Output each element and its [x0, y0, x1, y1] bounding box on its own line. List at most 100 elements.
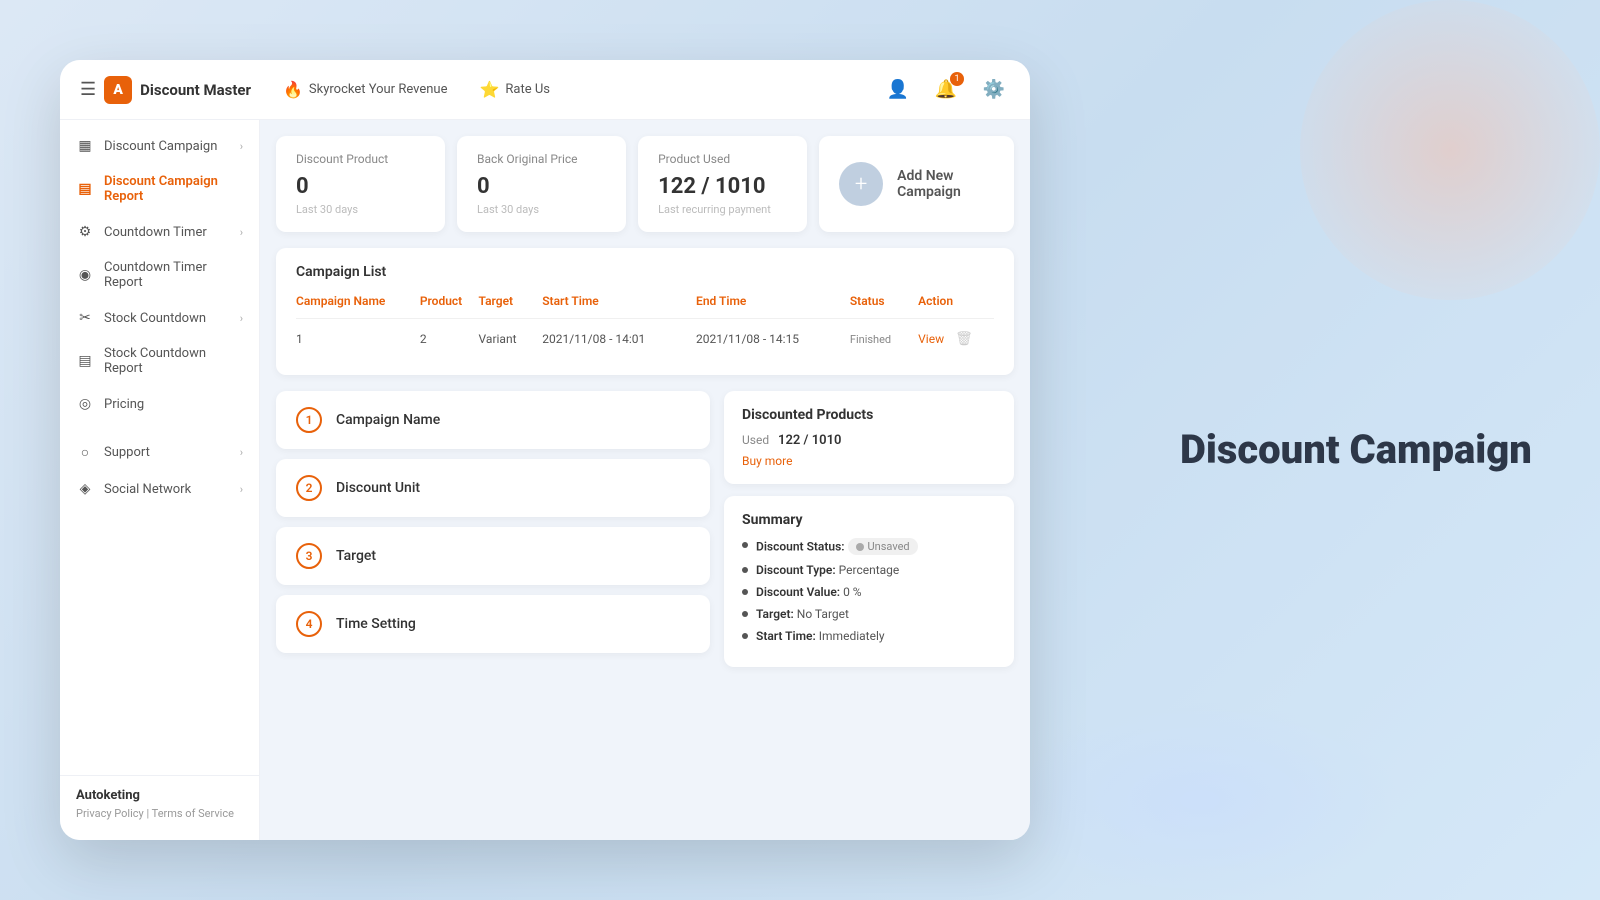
campaign-table: Campaign Name Product Target Start Time …	[296, 294, 994, 359]
sidebar: ▦ Discount Campaign › ▤ Discount Campaig…	[60, 120, 260, 840]
timer-icon: ⚙	[76, 224, 94, 240]
buy-more-link[interactable]: Buy more	[742, 454, 996, 468]
notification-badge: 1	[950, 72, 964, 86]
summary-item-target: Target: No Target	[742, 607, 996, 621]
stock-icon: ✂	[76, 310, 94, 326]
unsaved-dot	[856, 543, 864, 551]
sidebar-item-support[interactable]: ○ Support ›	[60, 434, 259, 471]
form-steps: 1 Campaign Name 2 Discount Unit 3 Target…	[276, 391, 710, 667]
stock-report-icon: ▤	[76, 353, 94, 369]
col-campaign-name: Campaign Name	[296, 294, 420, 319]
timer-report-icon: ◉	[76, 267, 94, 283]
bg-decoration-top	[1300, 0, 1600, 300]
discounted-products-title: Discounted Products	[742, 407, 996, 423]
step-number-3: 3	[296, 543, 322, 569]
add-new-label: Add New Campaign	[897, 168, 994, 200]
row-campaign-name: 1	[296, 319, 420, 360]
gear-icon: ⚙️	[983, 79, 1005, 100]
sidebar-item-stock-countdown[interactable]: ✂ Stock Countdown ›	[60, 300, 259, 336]
stat-sublabel-discount-product: Last 30 days	[296, 203, 425, 216]
sidebar-item-discount-campaign[interactable]: ▦ Discount Campaign ›	[60, 128, 259, 164]
row-target: Variant	[479, 319, 543, 360]
hamburger-icon[interactable]: ☰	[80, 79, 96, 100]
discounted-products-card: Discounted Products Used 122 / 1010 Buy …	[724, 391, 1014, 484]
summary-item-start-time: Start Time: Immediately	[742, 629, 996, 643]
sidebar-item-discount-campaign-report[interactable]: ▤ Discount Campaign Report	[60, 164, 259, 214]
privacy-link[interactable]: Privacy Policy	[76, 807, 144, 820]
main-layout: ▦ Discount Campaign › ▤ Discount Campaig…	[60, 120, 1030, 840]
discounted-products-used-label: Used 122 / 1010	[742, 433, 996, 448]
stat-sublabel-product-used: Last recurring payment	[658, 203, 787, 216]
user-icon: 👤	[887, 79, 909, 100]
chevron-right-icon: ›	[240, 483, 243, 496]
skyrocket-revenue-btn[interactable]: 🔥 Skyrocket Your Revenue	[275, 76, 456, 103]
pricing-icon: ◎	[76, 396, 94, 412]
row-status: Finished	[850, 319, 918, 360]
col-target: Target	[479, 294, 543, 319]
navbar-actions: 🔥 Skyrocket Your Revenue ⭐ Rate Us	[275, 76, 882, 103]
step-discount-unit[interactable]: 2 Discount Unit	[276, 459, 710, 517]
sidebar-divider	[60, 422, 259, 434]
stat-label-product-used: Product Used	[658, 152, 787, 166]
row-end-time: 2021/11/08 - 14:15	[696, 319, 850, 360]
summary-item-status: Discount Status: Unsaved	[742, 538, 996, 555]
fire-icon: 🔥	[283, 80, 303, 99]
stat-sublabel-back-original: Last 30 days	[477, 203, 606, 216]
step-number-2: 2	[296, 475, 322, 501]
sidebar-item-countdown-timer[interactable]: ⚙ Countdown Timer ›	[60, 214, 259, 250]
col-product: Product	[420, 294, 479, 319]
app-window: ☰ A Discount Master 🔥 Skyrocket Your Rev…	[60, 60, 1030, 840]
table-row: 1 2 Variant 2021/11/08 - 14:01 2021/11/0…	[296, 319, 994, 360]
step-time-setting[interactable]: 4 Time Setting	[276, 595, 710, 653]
brand-name: Discount Master	[140, 81, 251, 99]
step-label-3: Target	[336, 548, 376, 564]
discount-campaign-icon: ▦	[76, 138, 94, 154]
step-campaign-name[interactable]: 1 Campaign Name	[276, 391, 710, 449]
navbar-right: 👤 🔔 1 ⚙️	[882, 74, 1010, 106]
stats-row: Discount Product 0 Last 30 days Back Ori…	[276, 136, 1014, 232]
step-number-4: 4	[296, 611, 322, 637]
col-end-time: End Time	[696, 294, 850, 319]
navbar-brand: ☰ A Discount Master	[80, 76, 251, 104]
new-campaign-area: 1 Campaign Name 2 Discount Unit 3 Target…	[276, 391, 1014, 667]
support-icon: ○	[76, 444, 94, 461]
footer-brand: Autoketing	[76, 788, 243, 803]
footer-links: Privacy Policy | Terms of Service	[76, 807, 243, 820]
sidebar-item-countdown-timer-report[interactable]: ◉ Countdown Timer Report	[60, 250, 259, 300]
sidebar-item-pricing[interactable]: ◎ Pricing	[60, 386, 259, 422]
campaign-list-title: Campaign List	[296, 264, 994, 280]
add-new-campaign-card[interactable]: + Add New Campaign	[819, 136, 1014, 232]
row-action: View 🗑	[918, 319, 994, 360]
delete-action-btn[interactable]: 🗑	[955, 331, 973, 347]
stat-value-product-used: 122 / 1010	[658, 174, 787, 199]
stat-value-discount-product: 0	[296, 174, 425, 199]
user-icon-btn[interactable]: 👤	[882, 74, 914, 106]
notification-btn[interactable]: 🔔 1	[930, 74, 962, 106]
sidebar-item-stock-countdown-report[interactable]: ▤ Stock Countdown Report	[60, 336, 259, 386]
stat-card-discount-product: Discount Product 0 Last 30 days	[276, 136, 445, 232]
summary-item-type: Discount Type: Percentage	[742, 563, 996, 577]
social-icon: ◈	[76, 481, 94, 497]
bg-decoration-bottom	[1000, 700, 1400, 900]
navbar: ☰ A Discount Master 🔥 Skyrocket Your Rev…	[60, 60, 1030, 120]
step-target[interactable]: 3 Target	[276, 527, 710, 585]
chevron-right-icon: ›	[240, 140, 243, 153]
rate-us-btn[interactable]: ⭐ Rate Us	[472, 76, 559, 103]
report-icon: ▤	[76, 181, 94, 197]
view-action-btn[interactable]: View	[918, 332, 944, 346]
add-new-btn[interactable]: +	[839, 162, 883, 206]
step-label-2: Discount Unit	[336, 480, 420, 496]
col-action: Action	[918, 294, 994, 319]
unsaved-badge: Unsaved	[848, 538, 918, 555]
stat-label-discount-product: Discount Product	[296, 152, 425, 166]
summary-title: Summary	[742, 512, 996, 528]
brand-logo-icon: A	[104, 76, 132, 104]
settings-btn[interactable]: ⚙️	[978, 74, 1010, 106]
stat-value-back-original: 0	[477, 174, 606, 199]
sidebar-item-social-network[interactable]: ◈ Social Network ›	[60, 471, 259, 507]
terms-link[interactable]: Terms of Service	[152, 807, 234, 820]
campaign-list-card: Campaign List Campaign Name Product Targ…	[276, 248, 1014, 375]
page-right-title: Discount Campaign	[1180, 426, 1540, 474]
sidebar-footer: Autoketing Privacy Policy | Terms of Ser…	[60, 775, 259, 832]
right-title-area: Discount Campaign	[1180, 426, 1540, 474]
